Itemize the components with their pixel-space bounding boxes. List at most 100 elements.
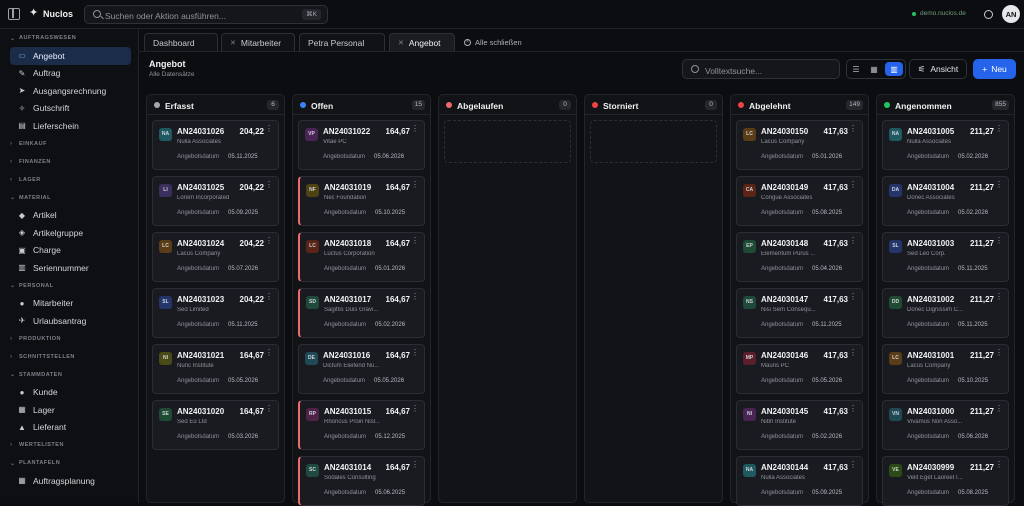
new-button[interactable]: + Neu	[973, 59, 1016, 79]
more-vertical-icon[interactable]: ⋮	[995, 125, 1003, 133]
grid-view-icon[interactable]: ▦	[865, 60, 883, 78]
more-vertical-icon[interactable]: ⋮	[849, 237, 857, 245]
tab-petra-personal[interactable]: Petra Personal	[299, 33, 385, 51]
tab-dashboard[interactable]: Dashboard	[144, 33, 218, 51]
empty-drop-zone[interactable]	[590, 120, 717, 163]
sidebar-section-auftragswesen[interactable]: ⌄ AUFTRAGSWESEN	[0, 29, 138, 47]
sidebar-section-schnittstellen[interactable]: › SCHNITTSTELLEN	[0, 348, 138, 366]
sidebar-section-finanzen[interactable]: › FINANZEN	[0, 153, 138, 171]
more-vertical-icon[interactable]: ⋮	[265, 181, 273, 189]
more-vertical-icon[interactable]: ⋮	[995, 405, 1003, 413]
sidebar-section-stammdaten[interactable]: ⌄ STAMMDATEN	[0, 366, 138, 384]
offer-card[interactable]: VE AN24030999 211,27 ⋮ Velit Eget Laoreet I.…	[882, 456, 1009, 506]
more-vertical-icon[interactable]: ⋮	[265, 405, 273, 413]
close-all-tabs-button[interactable]: × Alle schließen	[464, 38, 522, 47]
offer-card[interactable]: NI AN24030145 417,63 ⋮ Nibh Institute Angebot…	[736, 400, 863, 450]
sidebar-item-lieferant[interactable]: ▲ Lieferant	[10, 419, 131, 437]
sidebar-section-plantafeln[interactable]: ⌄ PLANTAFELN	[0, 454, 138, 472]
offer-card[interactable]: MP AN24030146 417,63 ⋮ Mauris PC Angebotsdatu…	[736, 344, 863, 394]
sidebar-toggle-icon[interactable]	[8, 8, 20, 20]
sidebar-item-kunde[interactable]: ● Kunde	[10, 384, 131, 402]
more-vertical-icon[interactable]: ⋮	[995, 237, 1003, 245]
theme-toggle-icon[interactable]	[984, 10, 993, 19]
more-vertical-icon[interactable]: ⋮	[265, 293, 273, 301]
sidebar-item-lager[interactable]: ▦ Lager	[10, 401, 131, 419]
sidebar-item-artikel[interactable]: ◆ Artikel	[10, 207, 131, 225]
sidebar-section-material[interactable]: ⌄ MATERIAL	[0, 189, 138, 207]
offer-card[interactable]: NF AN24031019 164,67 ⋮ Nec Foundation Angebot…	[298, 176, 425, 226]
sidebar-item-gutschrift[interactable]: ✧ Gutschrift	[10, 100, 131, 118]
fulltext-search-input[interactable]: Volltextsuche...	[682, 59, 840, 79]
sidebar-item-seriennummer[interactable]: ▥ Seriennummer	[10, 259, 131, 277]
offer-card[interactable]: VP AN24031022 164,67 ⋮ Vitae PC Angebotsdatum…	[298, 120, 425, 170]
offer-card[interactable]: SD AN24031017 164,67 ⋮ Sagittis Duis Gravi..…	[298, 288, 425, 338]
more-vertical-icon[interactable]: ⋮	[995, 293, 1003, 301]
close-icon[interactable]: ✕	[230, 39, 236, 47]
more-vertical-icon[interactable]: ⋮	[411, 125, 419, 133]
offer-date: 05.05.2026	[812, 378, 843, 384]
view-settings-button[interactable]: ⚟ Ansicht	[909, 59, 967, 79]
sidebar-item-angebot[interactable]: ▭ Angebot	[10, 47, 131, 65]
offer-card[interactable]: LC AN24031024 204,22 ⋮ Lacus Company Angebots…	[152, 232, 279, 282]
more-vertical-icon[interactable]: ⋮	[265, 237, 273, 245]
more-vertical-icon[interactable]: ⋮	[849, 461, 857, 469]
more-vertical-icon[interactable]: ⋮	[849, 405, 857, 413]
offer-card[interactable]: NI AN24031021 164,67 ⋮ Nunc Institute Angebot…	[152, 344, 279, 394]
offer-card[interactable]: DD AN24031002 211,27 ⋮ Donec Dignissim C... A…	[882, 288, 1009, 338]
offer-card[interactable]: VN AN24031000 211,27 ⋮ Vivamus Non Asso... An…	[882, 400, 1009, 450]
sidebar-section-produktion[interactable]: › PRODUKTION	[0, 330, 138, 348]
sidebar-section-einkauf[interactable]: › EINKAUF	[0, 135, 138, 153]
offer-card[interactable]: DE AN24031016 164,67 ⋮ Dictum Eleifend Nu...…	[298, 344, 425, 394]
offer-card[interactable]: SL AN24031003 211,27 ⋮ Sed Leo Corp. Angebots…	[882, 232, 1009, 282]
more-vertical-icon[interactable]: ⋮	[411, 181, 419, 189]
close-icon[interactable]: ✕	[398, 39, 404, 47]
sidebar-item-auftrag[interactable]: ✎ Auftrag	[10, 65, 131, 83]
tab-angebot[interactable]: ✕ Angebot	[389, 33, 455, 51]
more-vertical-icon[interactable]: ⋮	[849, 349, 857, 357]
more-vertical-icon[interactable]: ⋮	[265, 125, 273, 133]
offer-card[interactable]: LC AN24030150 417,63 ⋮ Lacus Company Angebots…	[736, 120, 863, 170]
offer-card[interactable]: RP AN24031015 164,67 ⋮ Rhoncus Proin Nisl...…	[298, 400, 425, 450]
more-vertical-icon[interactable]: ⋮	[411, 461, 419, 469]
sidebar-section-lager[interactable]: › LAGER	[0, 171, 138, 189]
sidebar-item-lieferschein[interactable]: ▤ Lieferschein	[10, 117, 131, 135]
more-vertical-icon[interactable]: ⋮	[411, 237, 419, 245]
sidebar-section-personal[interactable]: ⌄ PERSONAL	[0, 277, 138, 295]
offer-card[interactable]: CA AN24030149 417,63 ⋮ Congue Associates Ange…	[736, 176, 863, 226]
offer-card[interactable]: SL AN24031023 204,22 ⋮ Sed Limited Angebotsda…	[152, 288, 279, 338]
sidebar-item-urlaubsantrag[interactable]: ✈ Urlaubsantrag	[10, 312, 131, 330]
offer-card[interactable]: SE AN24031020 164,67 ⋮ Sed Eu Ltd Angebotsdat…	[152, 400, 279, 450]
more-vertical-icon[interactable]: ⋮	[849, 125, 857, 133]
global-search-input[interactable]: Suchen oder Aktion ausführen... ⌘K	[84, 5, 328, 24]
sidebar-item-artikelgruppe[interactable]: ◈ Artikelgruppe	[10, 224, 131, 242]
more-vertical-icon[interactable]: ⋮	[411, 349, 419, 357]
more-vertical-icon[interactable]: ⋮	[849, 181, 857, 189]
offer-card[interactable]: NS AN24030147 417,63 ⋮ Nisi Sem Consequ... An…	[736, 288, 863, 338]
tab-mitarbeiter[interactable]: ✕ Mitarbeiter	[221, 33, 295, 51]
offer-card[interactable]: SC AN24031014 164,67 ⋮ Sodales Consulting Ang…	[298, 456, 425, 506]
list-view-icon[interactable]: ☰	[847, 60, 865, 78]
offer-card[interactable]: NA AN24030144 417,63 ⋮ Nulla Associates Angeb…	[736, 456, 863, 506]
more-vertical-icon[interactable]: ⋮	[849, 293, 857, 301]
offer-card[interactable]: LI AN24031025 204,22 ⋮ Lorem Incorporated Ang…	[152, 176, 279, 226]
more-vertical-icon[interactable]: ⋮	[411, 405, 419, 413]
sidebar-item-ausgangsrechnung[interactable]: ➤ Ausgangsrechnung	[10, 82, 131, 100]
more-vertical-icon[interactable]: ⋮	[995, 349, 1003, 357]
sidebar-section-wertelisten[interactable]: › WERTELISTEN	[0, 436, 138, 454]
more-vertical-icon[interactable]: ⋮	[995, 461, 1003, 469]
more-vertical-icon[interactable]: ⋮	[265, 349, 273, 357]
user-avatar[interactable]: AN	[1002, 5, 1020, 23]
offer-card[interactable]: NA AN24031026 204,22 ⋮ Nulla Associates Angeb…	[152, 120, 279, 170]
empty-drop-zone[interactable]	[444, 120, 571, 163]
offer-card[interactable]: EP AN24030148 417,63 ⋮ Elementum Purus ... An…	[736, 232, 863, 282]
offer-card[interactable]: LC AN24031001 211,27 ⋮ Lacus Company Angebots…	[882, 344, 1009, 394]
sidebar-item-auftragsplanung[interactable]: ▦ Auftragsplanung	[10, 472, 131, 490]
sidebar-item-mitarbeiter[interactable]: ● Mitarbeiter	[10, 295, 131, 313]
more-vertical-icon[interactable]: ⋮	[995, 181, 1003, 189]
offer-card[interactable]: DA AN24031004 211,27 ⋮ Donec Associates Angeb…	[882, 176, 1009, 226]
kanban-view-icon[interactable]: ▥	[885, 62, 903, 76]
sidebar-item-charge[interactable]: ▣ Charge	[10, 242, 131, 260]
offer-card[interactable]: NA AN24031005 211,27 ⋮ Nulla Associates Angeb…	[882, 120, 1009, 170]
offer-card[interactable]: LC AN24031018 164,67 ⋮ Luctus Corporation Ang…	[298, 232, 425, 282]
more-vertical-icon[interactable]: ⋮	[411, 293, 419, 301]
